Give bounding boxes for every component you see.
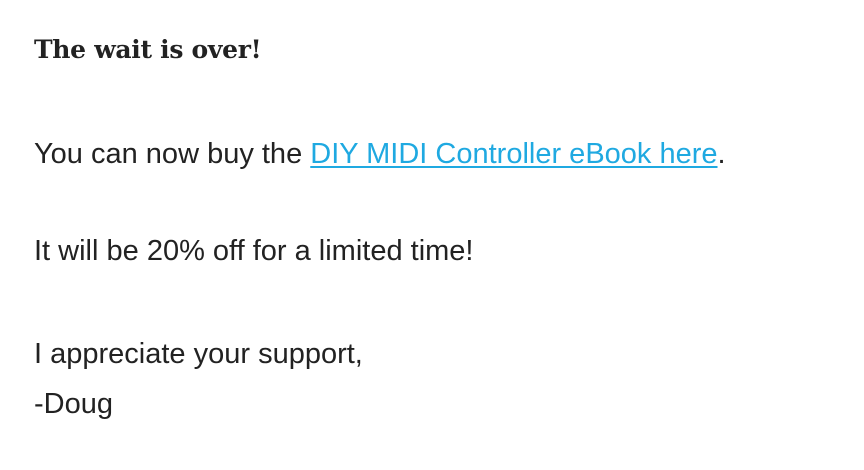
email-body: The wait is over! You can now buy the DI… [0,0,864,470]
closing-line: I appreciate your support, [34,338,363,370]
ebook-purchase-link[interactable]: DIY MIDI Controller eBook here [310,138,717,170]
purchase-paragraph: You can now buy the DIY MIDI Controller … [34,130,726,178]
discount-paragraph: It will be 20% off for a limited time! [34,235,474,267]
email-heading: The wait is over! [34,35,262,64]
purchase-text-prefix: You can now buy the [34,138,311,170]
signature: -Doug [34,388,113,420]
purchase-text-suffix: . [717,138,726,170]
